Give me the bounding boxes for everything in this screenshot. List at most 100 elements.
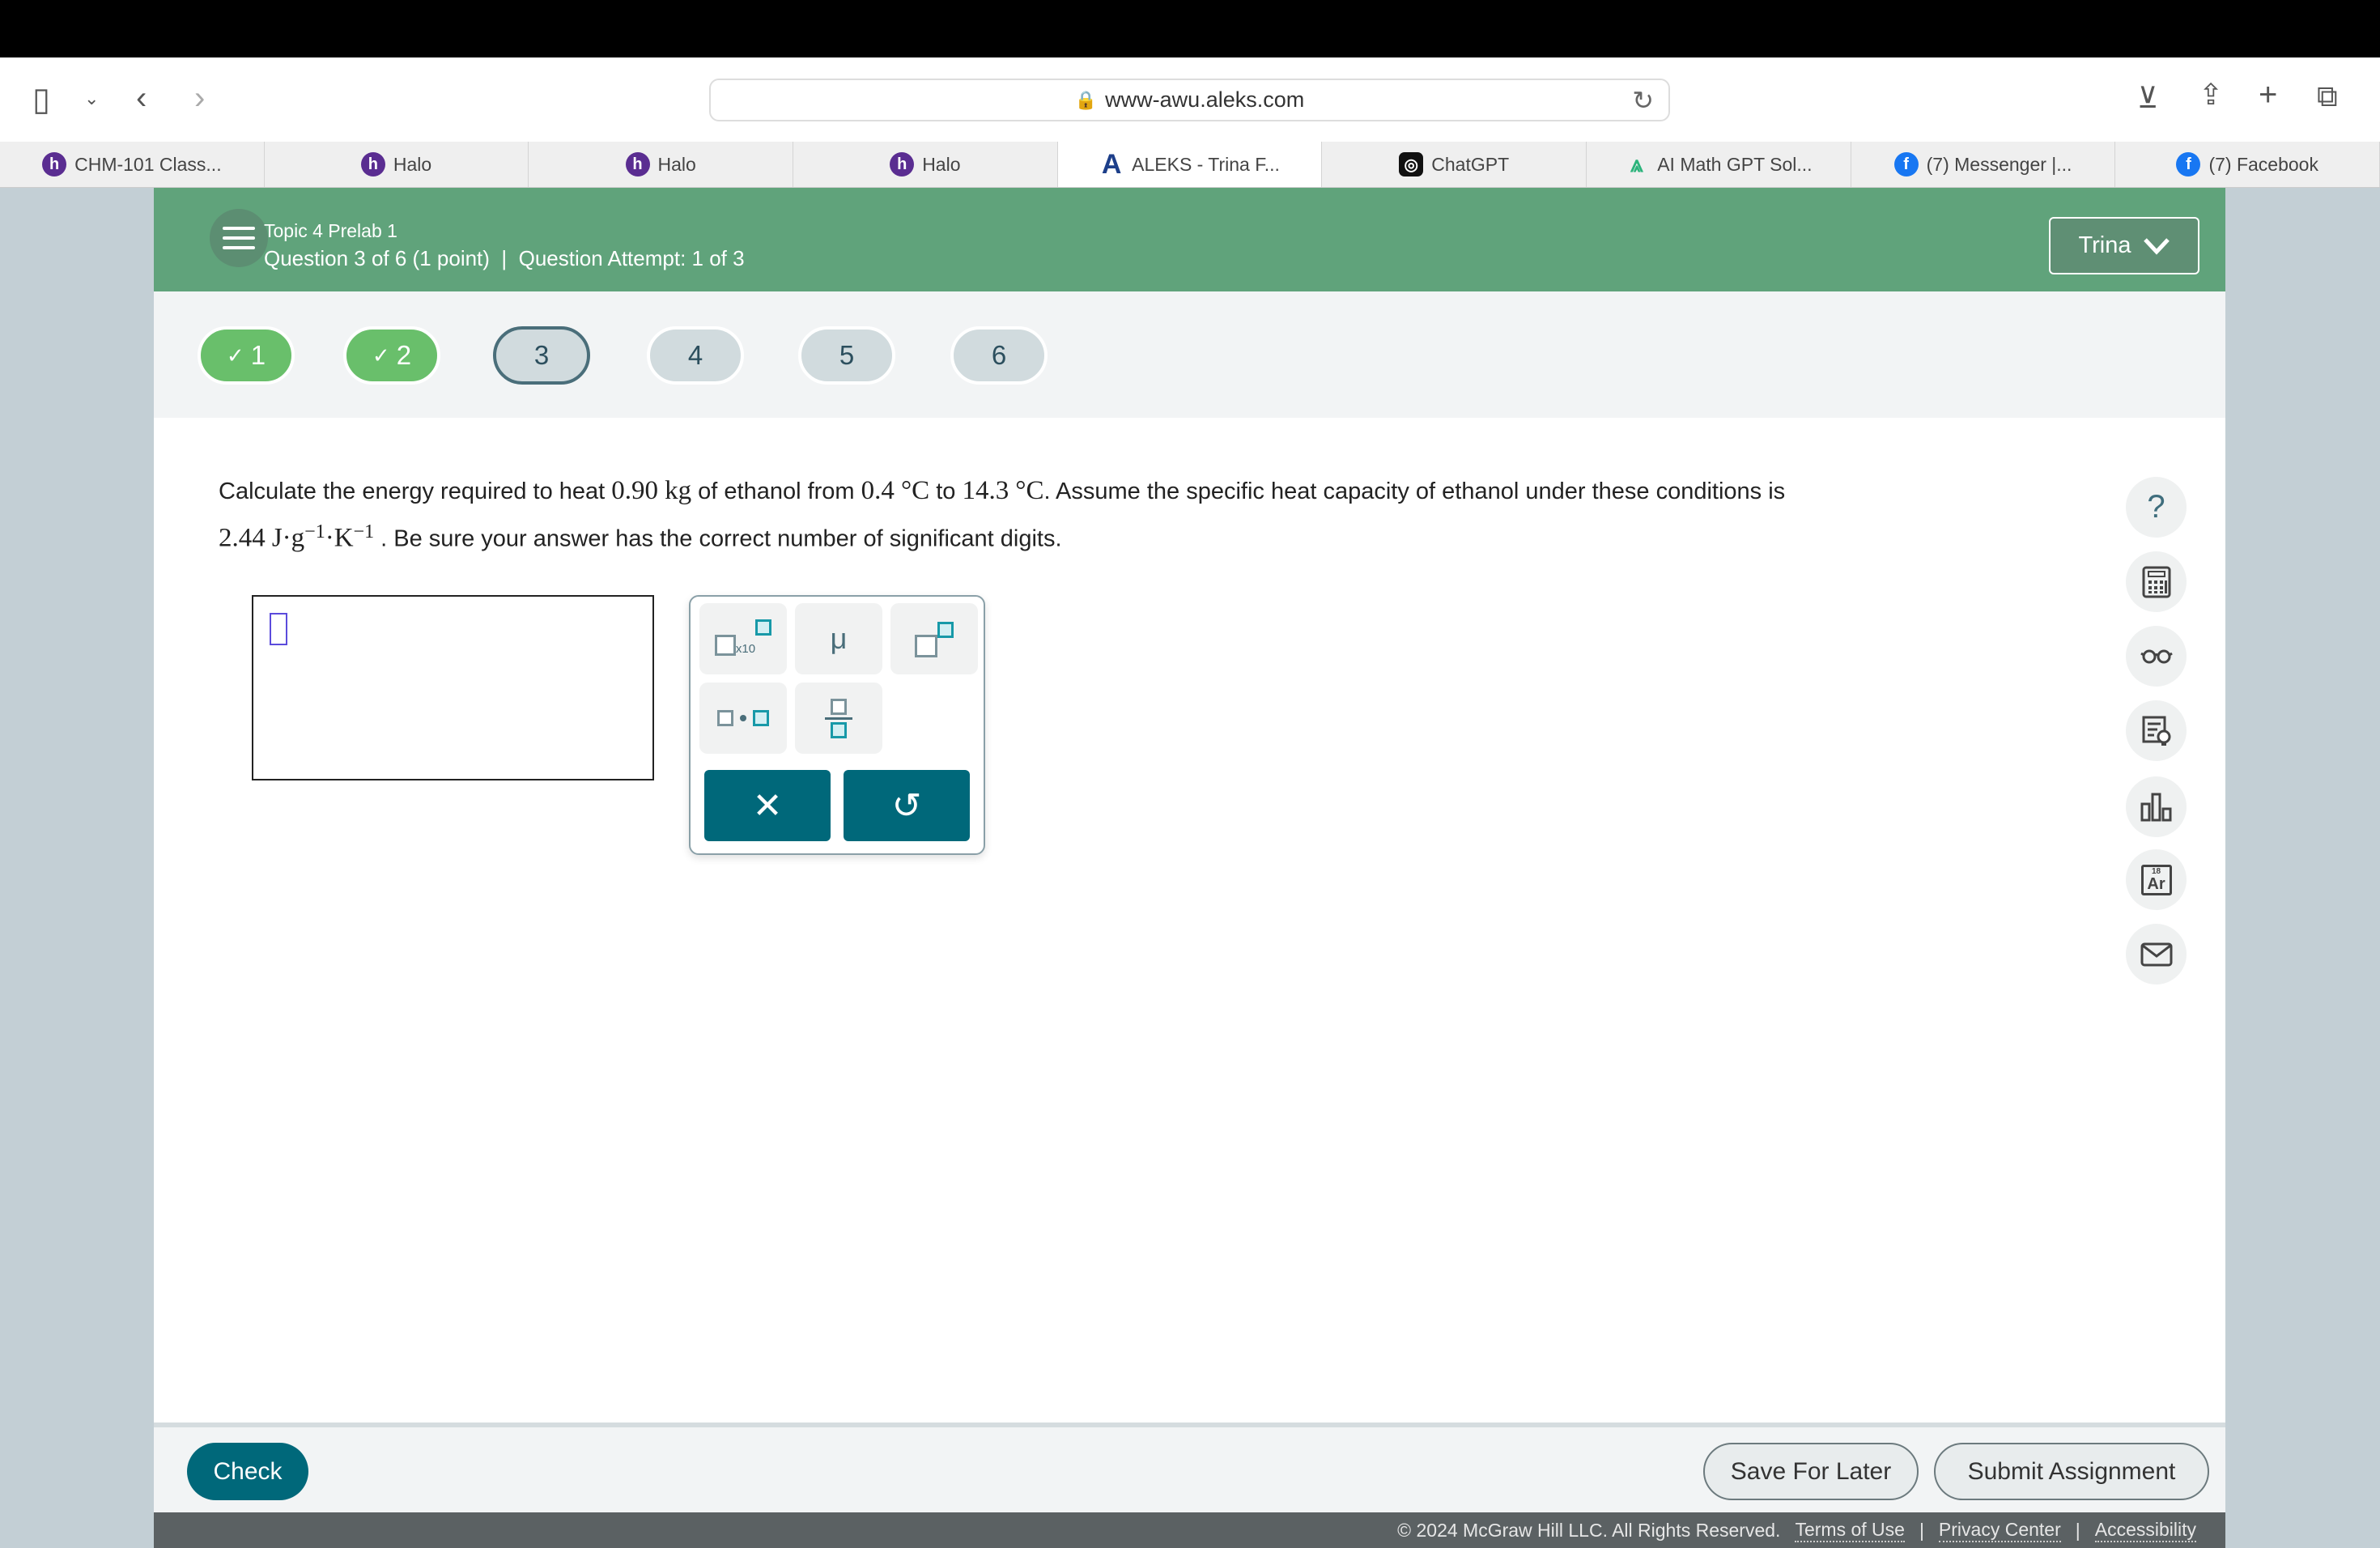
close-icon: ✕ [752,785,783,826]
lock-icon: 🔒 [1074,89,1098,110]
submit-assignment-button[interactable]: Submit Assignment [1934,1443,2209,1500]
hint-button[interactable] [2126,700,2187,761]
calculator-icon [2142,566,2170,598]
url-text: www-awu.aleks.com [1105,87,1305,112]
fraction-button[interactable] [795,683,882,754]
tab-label: ChatGPT [1431,153,1510,175]
undo-icon: ↺ [891,785,922,826]
chevron-down-icon [2143,237,2170,255]
question-navigation: ✓ 1 ✓ 2 3 4 5 6 [154,291,2225,418]
question-nav-4[interactable]: 4 [647,326,744,385]
browser-tab[interactable]: h Halo [529,142,794,187]
assignment-header: Topic 4 Prelab 1 Question 3 of 6 (1 poin… [154,188,2225,291]
separator: | [2075,1519,2080,1541]
browser-tab[interactable]: ◎ ChatGPT [1322,142,1587,187]
tab-overview-icon[interactable]: ⧉ [2317,82,2338,111]
question-number: 3 [533,340,550,370]
periodic-table-button[interactable]: 18 Ar [2126,849,2187,910]
browser-tab[interactable]: h CHM-101 Class... [0,142,265,187]
question-area: Calculate the energy required to heat 0.… [154,418,2225,1423]
address-bar[interactable]: 🔒 www-awu.aleks.com ↻ [709,79,1670,121]
aleks-icon: A [1101,148,1122,180]
multiply-dot-button[interactable] [699,683,787,754]
data-button[interactable] [2126,776,2187,837]
check-icon: ✓ [226,342,244,368]
question-nav-3[interactable]: 3 [493,326,590,385]
mail-icon [2140,942,2172,966]
sidebar-toggle-icon[interactable]: ▯ [32,83,50,116]
chevron-down-icon[interactable]: ⌄ [84,90,99,108]
reader-button[interactable] [2126,626,2187,687]
mu-button[interactable]: μ [795,603,882,674]
question-nav-6[interactable]: 6 [950,326,1048,385]
facebook-icon: f [2176,152,2201,176]
forward-icon[interactable]: › [194,82,205,114]
question-number: 2 [396,340,412,370]
topic-title: Topic 4 Prelab 1 [264,220,397,241]
halo-icon: h [360,152,385,176]
tab-label: Halo [393,153,432,175]
hint-icon [2142,716,2170,746]
question-line-1: Calculate the energy required to heat 0.… [219,476,1786,505]
menu-button[interactable] [210,209,268,267]
check-button[interactable]: Check [187,1443,308,1500]
chatgpt-icon: ◎ [1399,152,1424,176]
action-bar: Check Save For Later Submit Assignment [154,1423,2225,1512]
input-cursor [270,613,287,645]
terms-link[interactable]: Terms of Use [1795,1519,1905,1542]
glasses-icon [2140,649,2173,663]
halo-icon: h [890,152,915,176]
question-info: Question 3 of 6 (1 point) | Question Att… [264,246,745,271]
check-icon: ✓ [372,342,390,368]
accessibility-link[interactable]: Accessibility [2094,1519,2196,1542]
undo-button[interactable]: ↺ [844,770,970,841]
browser-tab[interactable]: f (7) Messenger |... [1851,142,2116,187]
browser-tab[interactable]: h Halo [793,142,1058,187]
user-menu-button[interactable]: Trina [2049,217,2199,274]
privacy-link[interactable]: Privacy Center [1938,1519,2061,1542]
tab-label: Halo [922,153,961,175]
new-tab-icon[interactable]: + [2259,79,2277,111]
save-for-later-button[interactable]: Save For Later [1703,1443,1919,1500]
tab-label: ALEKS - Trina F... [1132,153,1280,175]
question-nav-1[interactable]: ✓ 1 [198,326,295,385]
reload-icon[interactable]: ↻ [1632,85,1654,116]
question-number: 4 [687,340,703,370]
user-name: Trina [2078,232,2131,258]
help-button[interactable]: ? [2126,477,2187,538]
copyright: © 2024 McGraw Hill LLC. All Rights Reser… [1397,1519,1781,1541]
tab-label: (7) Messenger |... [1926,153,2072,175]
browser-toolbar: ▯ ⌄ ‹ › 🔒 www-awu.aleks.com ↻ ⊻ ⇪ + ⧉ [0,57,2380,142]
tab-label: AI Math GPT Sol... [1657,153,1813,175]
question-nav-5[interactable]: 5 [798,326,895,385]
question-number: 1 [250,340,266,370]
attempt-count: Question Attempt: 1 of 3 [518,246,745,270]
separator: | [501,246,508,270]
share-icon[interactable]: ⇪ [2199,80,2223,109]
message-button[interactable] [2126,924,2187,985]
question-number: 6 [991,340,1007,370]
halo-icon: h [42,152,67,176]
halo-icon: h [625,152,650,176]
browser-tab[interactable]: h Halo [265,142,529,187]
math-palette: x10 μ ✕ ↺ [689,595,985,855]
question-number: 5 [839,340,855,370]
browser-tab[interactable]: f (7) Facebook [2115,142,2380,187]
compass-icon: ⩓ [1630,151,1644,176]
browser-tab[interactable]: ⩓ AI Math GPT Sol... [1587,142,1851,187]
superscript-button[interactable] [890,603,978,674]
tab-label: Halo [657,153,696,175]
question-nav-2[interactable]: ✓ 2 [343,326,440,385]
download-icon[interactable]: ⊻ [2137,83,2158,113]
scientific-notation-button[interactable]: x10 [699,603,787,674]
back-icon[interactable]: ‹ [136,82,147,114]
browser-tab[interactable]: A ALEKS - Trina F... [1057,142,1323,187]
calculator-button[interactable] [2126,551,2187,612]
system-top-bar [0,0,2380,57]
separator: | [1919,1519,1924,1541]
clear-button[interactable]: ✕ [704,770,831,841]
question-line-2: 2.44 J·g−1·K−1 . Be sure your answer has… [219,521,1062,553]
chart-icon [2140,793,2171,821]
answer-input[interactable] [252,595,654,780]
tab-bar: h CHM-101 Class... h Halo h Halo h Halo A ALEKS -… [0,142,2380,188]
